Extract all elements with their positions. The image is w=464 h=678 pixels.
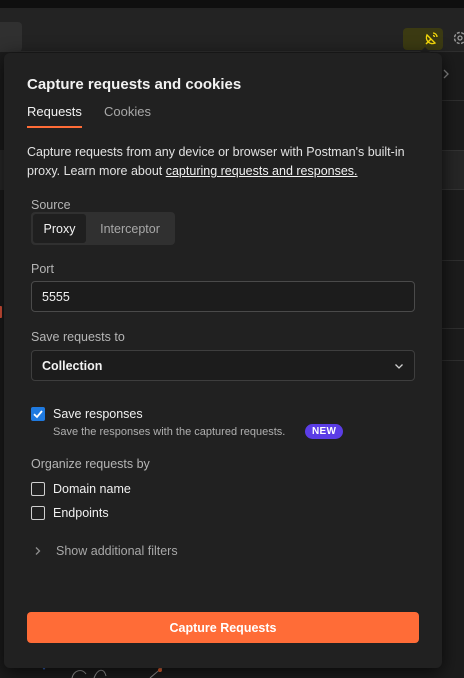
show-additional-filters[interactable]: Show additional filters	[34, 544, 178, 558]
capture-requests-button[interactable]: Capture Requests	[27, 612, 419, 643]
popover-title: Capture requests and cookies	[27, 76, 242, 93]
save-responses-label: Save responses	[53, 407, 143, 421]
app-header	[0, 8, 464, 52]
endpoints-label: Endpoints	[53, 506, 109, 520]
satellite-dish-icon	[425, 32, 438, 45]
domain-name-checkbox[interactable]	[31, 482, 45, 496]
divider	[440, 328, 464, 329]
filters-label: Show additional filters	[56, 544, 178, 558]
source-label: Source	[31, 198, 71, 212]
domain-name-label: Domain name	[53, 482, 131, 496]
organize-label: Organize requests by	[31, 457, 150, 471]
tab-requests[interactable]: Requests	[27, 104, 82, 128]
select-value: Collection	[42, 358, 103, 373]
port-label: Port	[31, 262, 54, 276]
port-input[interactable]: 5555	[31, 281, 415, 312]
tab-cookies[interactable]: Cookies	[104, 104, 151, 126]
new-badge: NEW	[305, 424, 344, 439]
divider	[440, 100, 464, 101]
source-option-proxy[interactable]: Proxy	[33, 214, 86, 243]
header-search-box[interactable]	[0, 22, 22, 52]
check-icon	[33, 410, 43, 419]
window-top-bar	[0, 0, 464, 8]
endpoints-checkbox[interactable]	[31, 506, 45, 520]
save-requests-select[interactable]: Collection	[31, 350, 415, 381]
divider	[440, 260, 464, 261]
chevron-right-icon	[443, 69, 449, 79]
save-responses-checkbox[interactable]	[31, 407, 45, 421]
save-responses-help: Save the responses with the captured req…	[53, 426, 286, 438]
divider	[440, 360, 464, 361]
chevron-down-icon	[395, 364, 403, 369]
background-panel	[440, 150, 464, 190]
source-selector: Proxy Interceptor	[31, 212, 175, 245]
save-requests-label: Save requests to	[31, 330, 125, 344]
capture-popover: Capture requests and cookies Requests Co…	[4, 53, 442, 668]
learn-more-link[interactable]: capturing requests and responses.	[166, 164, 358, 178]
source-option-interceptor[interactable]: Interceptor	[87, 214, 173, 243]
gear-icon[interactable]	[452, 30, 464, 46]
description: Capture requests from any device or brow…	[27, 143, 427, 181]
background-marker	[0, 306, 2, 318]
chevron-right-icon	[35, 547, 41, 555]
